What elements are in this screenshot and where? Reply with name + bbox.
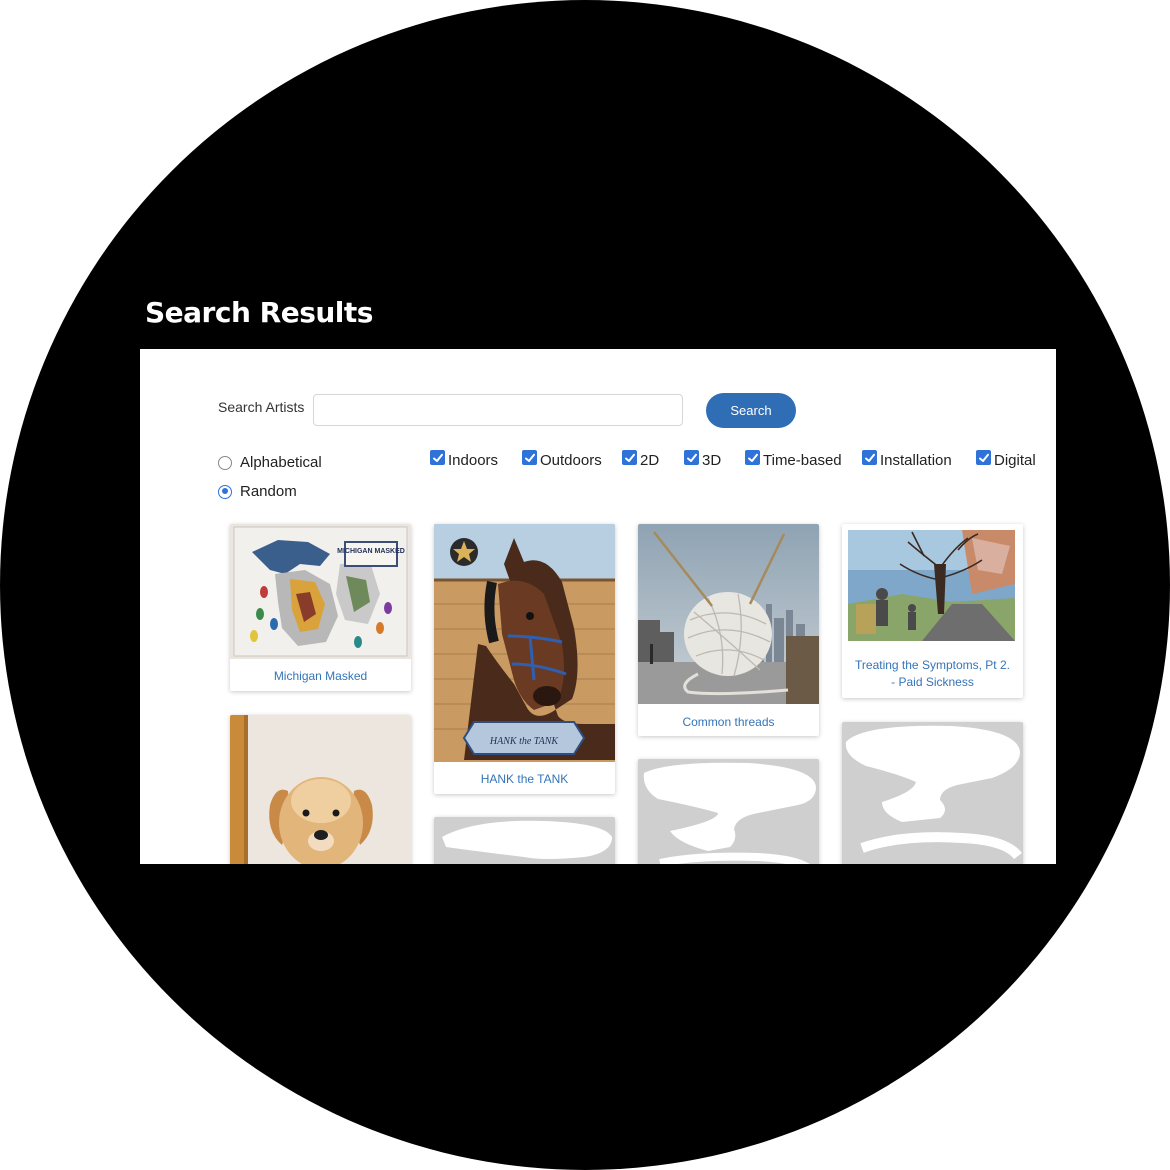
sort-label-random: Random — [240, 483, 297, 500]
loading-placeholder-card — [434, 817, 615, 864]
filter-3d[interactable]: 3D — [684, 450, 722, 469]
checkbox-checked-icon[interactable] — [430, 450, 445, 465]
artwork-image-golden-retriever[interactable] — [230, 715, 411, 864]
card-title-link[interactable]: Michigan Masked — [230, 659, 411, 685]
radio-alphabetical[interactable] — [218, 455, 232, 470]
checkbox-checked-icon[interactable] — [745, 450, 760, 465]
artwork-image-treating-the-symptoms[interactable] — [842, 524, 1023, 648]
filter-installation[interactable]: Installation — [862, 450, 952, 469]
image-placeholder — [842, 722, 1023, 864]
hank-banner-text: HANK the TANK — [489, 736, 559, 747]
filter-indoors[interactable]: Indoors — [430, 450, 499, 469]
result-card-hank-the-tank[interactable]: HANK the TANK HANK the TANK — [434, 524, 615, 794]
sort-label-alphabetical: Alphabetical — [240, 454, 322, 471]
image-placeholder — [638, 759, 819, 864]
filter-label: 3D — [702, 452, 722, 469]
checkbox-checked-icon[interactable] — [522, 450, 537, 465]
checkbox-checked-icon[interactable] — [684, 450, 699, 465]
result-card-golden-retriever[interactable] — [230, 715, 411, 864]
filter-label: Digital — [994, 452, 1036, 469]
search-label: Search Artists — [218, 399, 305, 415]
checkbox-checked-icon[interactable] — [862, 450, 877, 465]
artwork-image-common-threads[interactable] — [638, 524, 819, 704]
filter-label: Indoors — [448, 452, 499, 469]
image-placeholder — [434, 817, 615, 864]
loading-placeholder-card — [638, 759, 819, 864]
artwork-image-michigan-masked[interactable]: MICHIGAN MASKED — [230, 524, 411, 659]
result-card-common-threads[interactable]: Common threads — [638, 524, 819, 736]
search-button[interactable]: Search — [706, 393, 796, 428]
search-input[interactable] — [313, 394, 683, 426]
radio-random[interactable] — [218, 484, 232, 499]
filter-digital[interactable]: Digital — [976, 450, 1036, 469]
filter-label: Time-based — [763, 452, 842, 469]
artwork-image-hank-the-tank[interactable]: HANK the TANK — [434, 524, 615, 762]
michigan-sign-text: MICHIGAN MASKED — [337, 548, 405, 555]
result-card-treating-the-symptoms[interactable]: Treating the Symptoms, Pt 2. - Paid Sick… — [842, 524, 1023, 698]
card-title-link[interactable]: Treating the Symptoms, Pt 2. - Paid Sick… — [842, 648, 1023, 691]
loading-placeholder-card — [842, 722, 1023, 864]
filter-label: Installation — [880, 452, 952, 469]
card-title-link[interactable]: HANK the TANK — [434, 762, 615, 788]
checkbox-checked-icon[interactable] — [622, 450, 637, 465]
filter-label: Outdoors — [540, 452, 602, 469]
page-title: Search Results — [145, 296, 373, 329]
sort-option-alphabetical[interactable]: Alphabetical — [218, 454, 322, 471]
result-card-michigan-masked[interactable]: MICHIGAN MASKED Michigan Masked — [230, 524, 411, 691]
sort-option-random[interactable]: Random — [218, 483, 297, 500]
filter-time-based[interactable]: Time-based — [745, 450, 842, 469]
search-panel: Search Artists Search Alphabetical Rando… — [140, 349, 1056, 864]
filter-outdoors[interactable]: Outdoors — [522, 450, 602, 469]
card-title-link[interactable]: Common threads — [638, 704, 819, 731]
filter-2d[interactable]: 2D — [622, 450, 660, 469]
checkbox-checked-icon[interactable] — [976, 450, 991, 465]
filter-label: 2D — [640, 452, 660, 469]
circular-frame: Search Results Search Artists Search Alp… — [0, 0, 1170, 1170]
